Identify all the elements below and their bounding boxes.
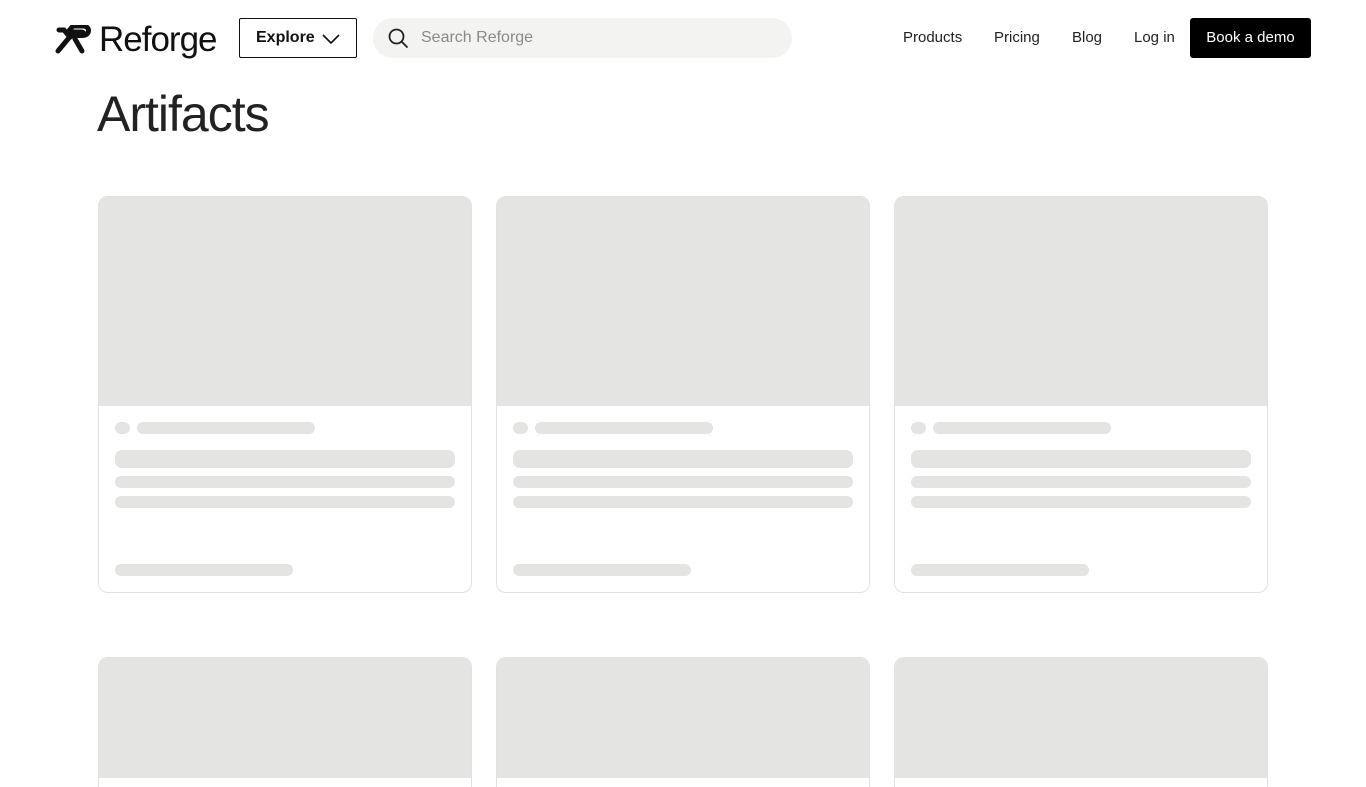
chevron-down-icon	[322, 34, 340, 44]
card-thumbnail-placeholder	[99, 197, 471, 406]
artifact-card-skeleton	[496, 196, 870, 593]
site-header: Reforge Explore Products Pricing Blog Lo…	[0, 0, 1366, 76]
skeleton-meta	[137, 422, 315, 434]
skeleton-footer	[911, 564, 1089, 576]
reforge-logo-icon	[55, 25, 91, 54]
skeleton-title	[911, 450, 1251, 468]
search-bar	[373, 18, 792, 58]
explore-button[interactable]: Explore	[239, 18, 357, 58]
skeleton-line	[513, 476, 853, 488]
skeleton-line	[115, 476, 455, 488]
artifact-card-skeleton	[894, 196, 1268, 593]
skeleton-avatar	[911, 422, 926, 434]
skeleton-title	[115, 450, 455, 468]
nav-pricing[interactable]: Pricing	[994, 28, 1040, 48]
skeleton-avatar	[513, 422, 528, 434]
card-thumbnail-placeholder	[895, 658, 1267, 778]
skeleton-meta	[933, 422, 1111, 434]
nav-products[interactable]: Products	[903, 28, 962, 48]
logo-text: Reforge	[99, 20, 218, 59]
skeleton-line	[115, 496, 455, 508]
card-thumbnail-placeholder	[99, 658, 471, 778]
nav-login[interactable]: Log in	[1134, 28, 1175, 48]
book-demo-button[interactable]: Book a demo	[1190, 18, 1311, 58]
card-thumbnail-placeholder	[497, 197, 869, 406]
skeleton-line	[911, 476, 1251, 488]
page-title: Artifacts	[97, 86, 270, 142]
skeleton-footer	[115, 564, 293, 576]
card-thumbnail-placeholder	[895, 197, 1267, 406]
skeleton-title	[513, 450, 853, 468]
skeleton-avatar	[115, 422, 130, 434]
logo-link[interactable]: Reforge	[55, 20, 218, 59]
skeleton-footer	[513, 564, 691, 576]
artifact-card-skeleton	[98, 196, 472, 593]
search-input[interactable]	[421, 18, 776, 58]
nav-blog[interactable]: Blog	[1072, 28, 1102, 48]
explore-label: Explore	[256, 29, 315, 46]
card-thumbnail-placeholder	[497, 658, 869, 778]
skeleton-line	[911, 496, 1251, 508]
skeleton-meta	[535, 422, 713, 434]
skeleton-line	[513, 496, 853, 508]
search-icon	[388, 28, 408, 48]
